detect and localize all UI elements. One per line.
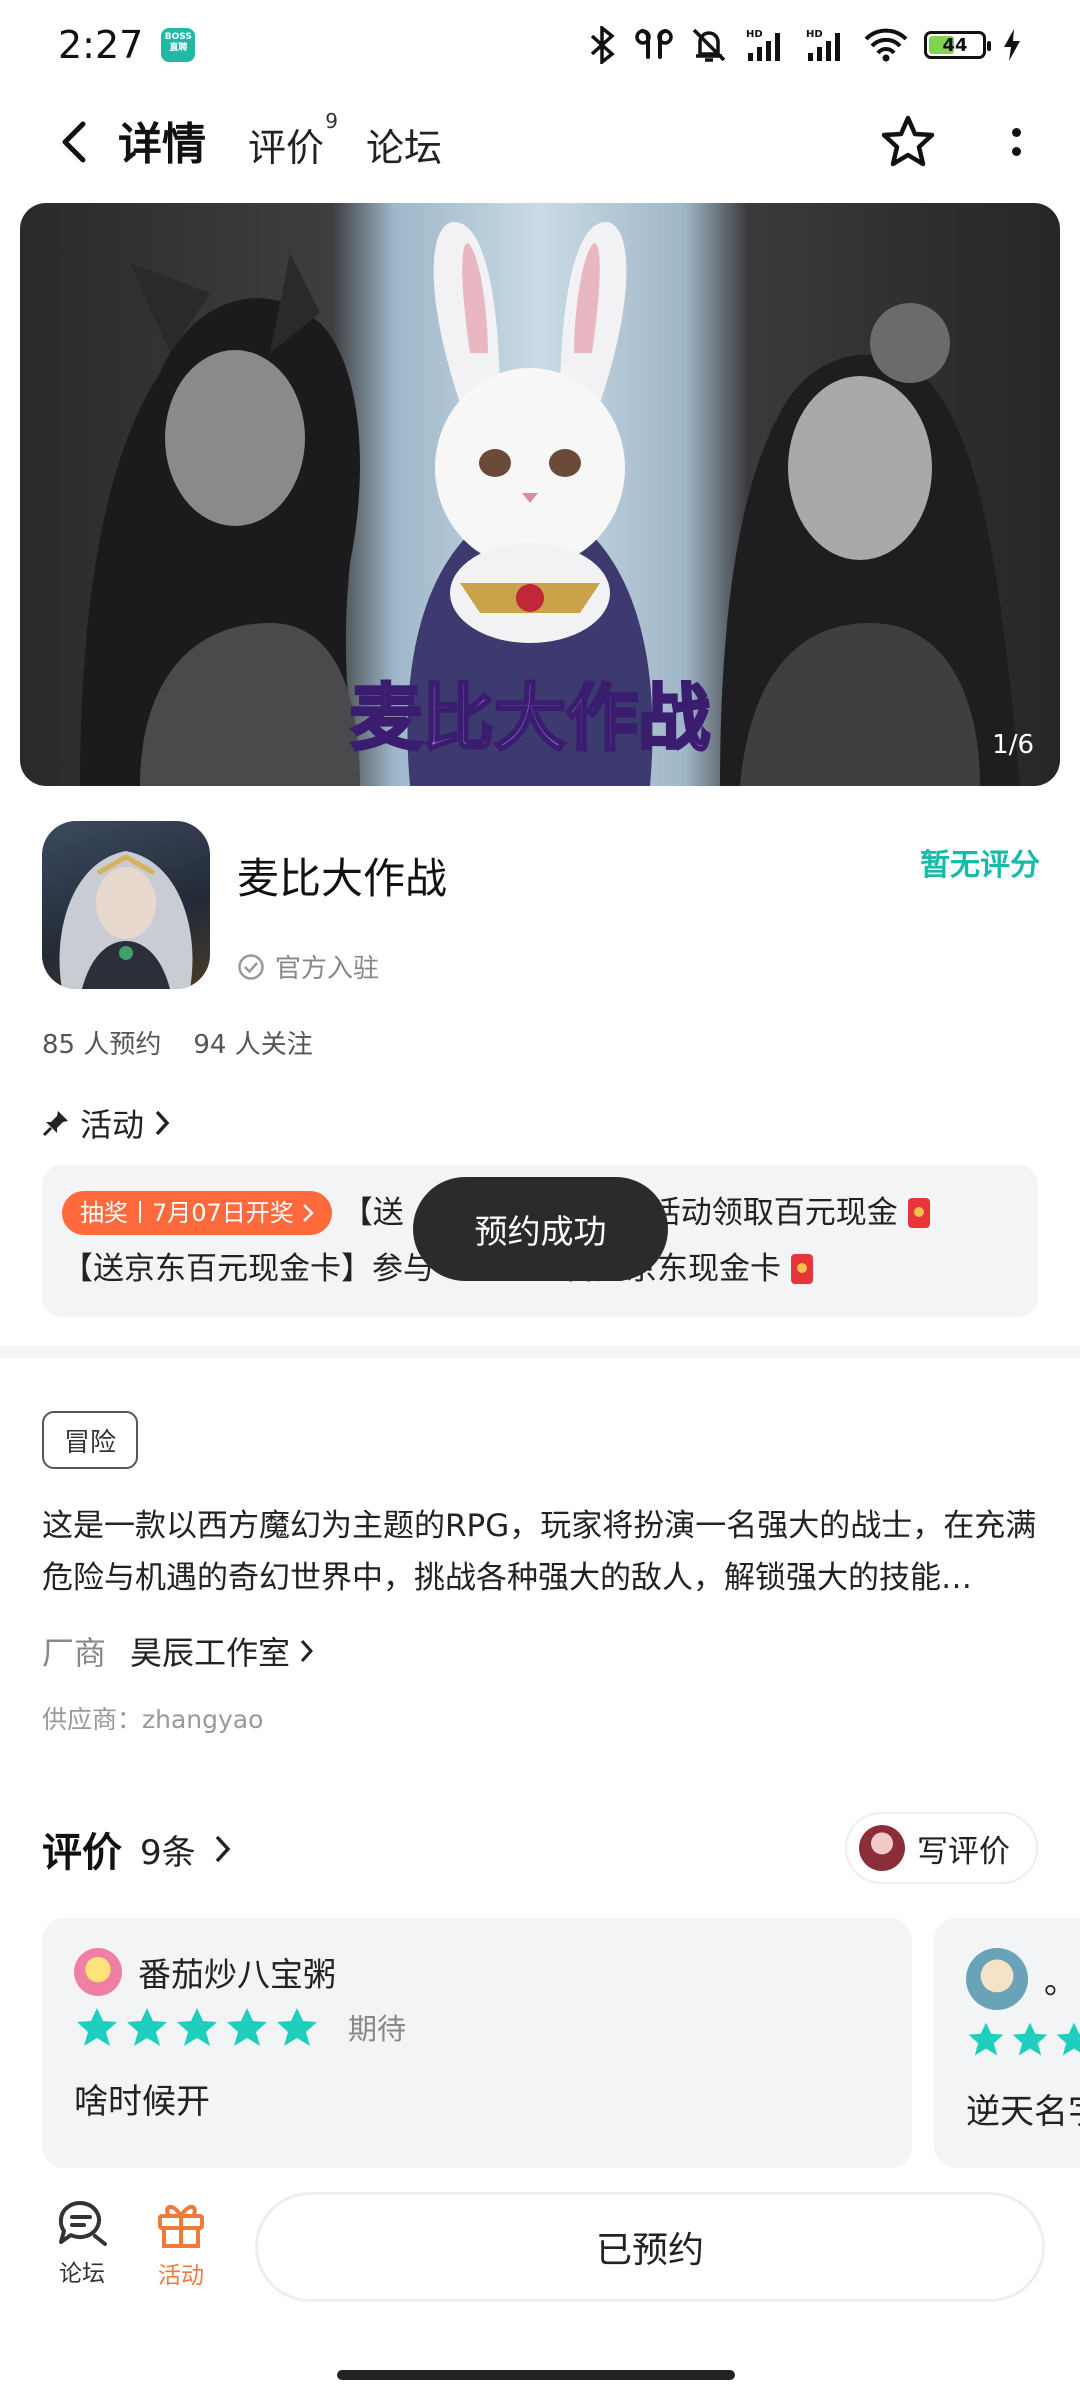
tab-details-label: 详情 (118, 119, 206, 170)
reviews-count: 9条 (140, 1832, 196, 1873)
top-nav: 详情 评价 9 论坛 (0, 92, 1080, 192)
write-review-button[interactable]: 写评价 (845, 1812, 1038, 1884)
game-description[interactable]: 这是一款以西方魔幻为主题的RPG，玩家将扮演一名强大的战士，在充满危险与机遇的奇… (42, 1500, 1042, 1604)
carousel-counter: 1/6 (992, 730, 1034, 760)
toast-message: 预约成功 (413, 1177, 668, 1281)
status-time: 2:27 (58, 23, 144, 67)
status-icons: HD HD 44 (588, 26, 1022, 64)
review-card[interactable]: 番茄炒八宝粥 期待 啥时候开 (42, 1918, 912, 2168)
star-filled-icon (277, 2008, 317, 2046)
wifi-icon (864, 28, 908, 62)
official-badge: 官方入驻 (237, 948, 379, 985)
tab-reviews-label: 评价 (248, 126, 325, 170)
star-filled-icon (968, 2022, 1004, 2056)
vendor-label: 厂商 (42, 1634, 107, 1672)
check-circle-icon (238, 953, 264, 980)
chat-bubble-icon (58, 2201, 107, 2246)
star-filled-icon (127, 2008, 167, 2046)
activity-section-header[interactable]: 活动 (42, 1100, 170, 1146)
more-menu-button[interactable] (996, 110, 1036, 174)
game-title: 麦比大作战 (237, 854, 448, 903)
review-status: 期待 (348, 2012, 407, 2046)
tab-reviews-count: 9 (325, 109, 339, 133)
reserved-button[interactable]: 已预约 (255, 2192, 1045, 2302)
red-packet-icon (907, 1198, 930, 1228)
vendor-row[interactable]: 厂商 昊辰工作室 (42, 1628, 314, 1674)
boss-app-icon: BOSS 直聘 (161, 28, 196, 62)
reviews-title: 评价 (42, 1830, 122, 1876)
reviewer: 。 (966, 1948, 1080, 2010)
game-app-icon (42, 821, 210, 989)
battery-level: 44 (942, 34, 968, 56)
section-divider (0, 1346, 1080, 1358)
reviewer-name: 番茄炒八宝粥 (138, 1955, 336, 1994)
promo-text-1: 【送 (341, 1195, 404, 1231)
tab-details[interactable]: 详情 (118, 108, 206, 176)
tab-reviews[interactable]: 评价 9 (248, 109, 338, 176)
mute-icon (692, 28, 726, 62)
bottom-action-bar: 论坛 活动 已预约 (0, 2168, 1080, 2400)
back-button[interactable] (48, 116, 98, 168)
chevron-right-icon (215, 1835, 231, 1863)
charging-icon (1004, 29, 1020, 61)
genre-tag[interactable]: 冒险 (42, 1411, 139, 1469)
review-text: 啥时候开 (74, 2082, 210, 2122)
pin-icon (42, 1111, 68, 1137)
status-bar: 2:27 BOSS 直聘 HD HD 44 (0, 0, 1080, 90)
tab-forum-label: 论坛 (366, 126, 443, 170)
home-indicator[interactable] (337, 2370, 735, 2380)
promo-text-2: 【送京东百元现金卡】参与 (62, 1251, 434, 1287)
forum-label: 论坛 (59, 2261, 105, 2287)
star-filled-icon (1056, 2022, 1080, 2056)
vendor-name: 昊辰工作室 (130, 1634, 291, 1672)
detail-tabs: 详情 评价 9 论坛 (118, 106, 442, 176)
star-filled-icon (177, 2008, 217, 2046)
banner-artwork: 麦比大作战 (80, 222, 1020, 786)
activity-button[interactable]: 活动 (141, 2198, 221, 2290)
review-card[interactable]: 。 逆天名字 (934, 1918, 1080, 2168)
svg-text:HD: HD (806, 29, 823, 40)
avatar (74, 1948, 122, 1996)
review-stars: 期待 (74, 2006, 880, 2048)
activity-label: 活动 (80, 1106, 145, 1144)
screenshot-carousel[interactable]: 麦比大作战 1/6 (20, 203, 1060, 786)
review-text: 逆天名字 (966, 2092, 1080, 2132)
forum-button[interactable]: 论坛 (42, 2198, 122, 2288)
chevron-left-icon (62, 121, 86, 163)
star-outline-icon (881, 115, 935, 167)
favorite-button[interactable] (876, 110, 940, 174)
red-packet-icon (791, 1254, 813, 1284)
banner-logo: 麦比大作战 (350, 676, 710, 760)
review-stars (966, 2020, 1080, 2058)
write-review-label: 写评价 (917, 1833, 1010, 1870)
rating-score: 暂无评分 (920, 848, 1040, 883)
bluetooth-icon (590, 26, 615, 64)
supplier-info: 供应商：zhangyao (42, 1705, 264, 1734)
battery-icon: 44 (924, 31, 991, 59)
reservation-count: 85 人预约 (42, 1030, 162, 1060)
star-filled-icon (1012, 2022, 1048, 2056)
activity-tab-label: 活动 (158, 2263, 204, 2289)
game-detail-page: 2:27 BOSS 直聘 HD HD 44 详情 评价 9 论坛 麦比大作战 1… (0, 0, 1080, 2400)
svg-text:HD: HD (746, 29, 763, 40)
reviews-header[interactable]: 评价 9条 (42, 1820, 232, 1878)
tab-forum[interactable]: 论坛 (366, 117, 442, 176)
star-filled-icon (227, 2008, 267, 2046)
reviewer-name: 。 (1044, 1962, 1077, 2001)
star-filled-icon (77, 2008, 117, 2046)
avatar (966, 1948, 1028, 2010)
chevron-right-icon (300, 1639, 314, 1663)
chevron-right-icon (155, 1110, 170, 1136)
signal-hd-icon: HD (746, 29, 780, 61)
earbuds-icon (635, 29, 673, 59)
gift-icon (158, 2205, 204, 2248)
follower-count: 94 人关注 (193, 1030, 313, 1060)
lottery-badge: 抽奖丨7月07日开奖 (62, 1191, 332, 1235)
signal-hd-icon: HD (806, 29, 840, 61)
official-label: 官方入驻 (275, 954, 380, 984)
game-stats: 85 人预约 94 人关注 (42, 1024, 313, 1061)
avatar (859, 1825, 905, 1871)
reviewer: 番茄炒八宝粥 (74, 1948, 880, 1996)
